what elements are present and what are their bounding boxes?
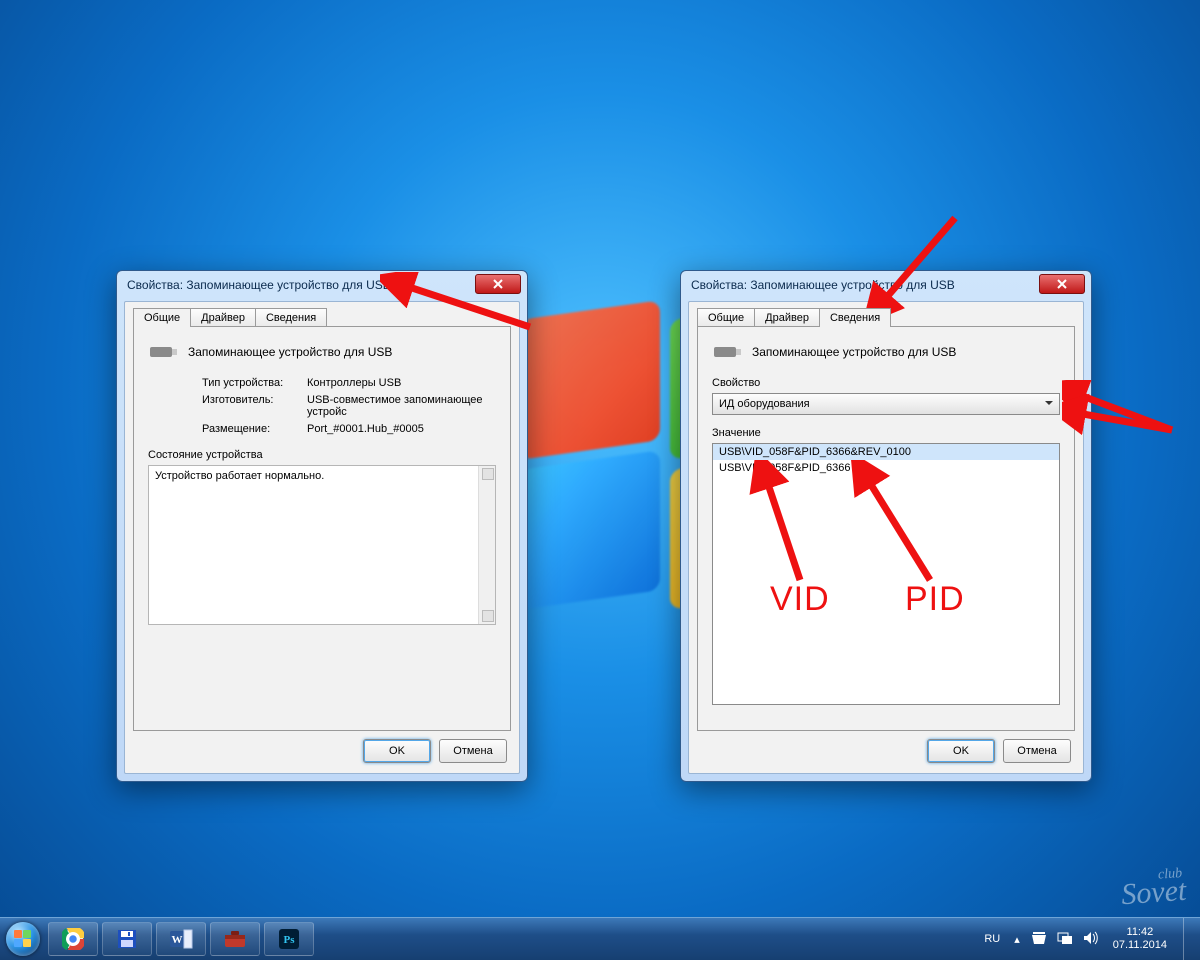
usb-device-icon xyxy=(148,341,178,363)
property-combobox[interactable]: ИД оборудования xyxy=(712,393,1060,415)
clock[interactable]: 11:42 07.11.2014 xyxy=(1103,926,1177,952)
cancel-button[interactable]: Отмена xyxy=(1003,739,1071,763)
taskbar: W Ps RU ▴ 11:42 07.11.2014 xyxy=(0,917,1200,960)
svg-text:W: W xyxy=(172,934,183,946)
system-tray: RU ▴ 11:42 07.11.2014 xyxy=(976,918,1200,960)
tab-driver[interactable]: Драйвер xyxy=(190,308,256,327)
dialog-buttons: OK Отмена xyxy=(927,739,1071,763)
device-name: Запоминающее устройство для USB xyxy=(752,345,956,359)
dialog-buttons: OK Отмена xyxy=(363,739,507,763)
taskbar-app-save[interactable] xyxy=(102,922,152,956)
show-desktop-button[interactable] xyxy=(1183,918,1196,960)
tab-panel-details: Запоминающее устройство для USB Свойство… xyxy=(697,326,1075,731)
location-label: Размещение: xyxy=(148,423,307,435)
titlebar[interactable]: Свойства: Запоминающее устройство для US… xyxy=(681,271,1091,299)
taskbar-app-toolbox[interactable] xyxy=(210,922,260,956)
window-title: Свойства: Запоминающее устройство для US… xyxy=(691,278,1039,292)
status-text: Устройство работает нормально. xyxy=(155,470,324,482)
clock-date: 07.11.2014 xyxy=(1113,939,1167,952)
tab-details[interactable]: Сведения xyxy=(819,308,891,327)
network-icon[interactable] xyxy=(1052,931,1078,948)
ok-button[interactable]: OK xyxy=(363,739,431,763)
tab-driver[interactable]: Драйвер xyxy=(754,308,820,327)
titlebar[interactable]: Свойства: Запоминающее устройство для US… xyxy=(117,271,527,299)
start-button[interactable] xyxy=(0,918,46,960)
tab-strip: Общие Драйвер Сведения xyxy=(133,308,326,327)
client-area: Общие Драйвер Сведения Запоминающее устр… xyxy=(688,301,1084,774)
scrollbar[interactable] xyxy=(478,466,495,624)
value-listbox[interactable]: USB\VID_058F&PID_6366&REV_0100 USB\VID_0… xyxy=(712,443,1060,705)
type-label: Тип устройства: xyxy=(148,377,307,389)
taskbar-app-photoshop[interactable]: Ps xyxy=(264,922,314,956)
taskbar-app-word[interactable]: W xyxy=(156,922,206,956)
property-label: Свойство xyxy=(712,377,1060,389)
tab-general[interactable]: Общие xyxy=(133,308,191,327)
taskbar-app-chrome[interactable] xyxy=(48,922,98,956)
location-value: Port_#0001.Hub_#0005 xyxy=(307,423,496,435)
properties-dialog-details: Свойства: Запоминающее устройство для US… xyxy=(680,270,1092,782)
tray-overflow-icon[interactable]: ▴ xyxy=(1008,933,1026,946)
property-value: ИД оборудования xyxy=(719,398,810,410)
tab-general[interactable]: Общие xyxy=(697,308,755,327)
clock-time: 11:42 xyxy=(1113,926,1167,939)
tab-strip: Общие Драйвер Сведения xyxy=(697,308,890,327)
list-item[interactable]: USB\VID_058F&PID_6366&REV_0100 xyxy=(713,444,1059,460)
properties-dialog-general: Свойства: Запоминающее устройство для US… xyxy=(116,270,528,782)
close-button[interactable] xyxy=(475,274,521,294)
window-title: Свойства: Запоминающее устройство для US… xyxy=(127,278,475,292)
status-textbox[interactable]: Устройство работает нормально. xyxy=(148,465,496,625)
type-value: Контроллеры USB xyxy=(307,377,496,389)
vendor-label: Изготовитель: xyxy=(148,394,307,418)
list-item[interactable]: USB\VID_058F&PID_6366 xyxy=(713,460,1059,476)
value-label: Значение xyxy=(712,427,1060,439)
close-button[interactable] xyxy=(1039,274,1085,294)
tab-details[interactable]: Сведения xyxy=(255,308,327,327)
action-center-icon[interactable] xyxy=(1026,931,1052,948)
desktop: Свойства: Запоминающее устройство для US… xyxy=(0,0,1200,960)
svg-text:Ps: Ps xyxy=(284,934,296,946)
device-name: Запоминающее устройство для USB xyxy=(188,345,392,359)
volume-icon[interactable] xyxy=(1078,931,1103,948)
status-label: Состояние устройства xyxy=(148,449,496,461)
cancel-button[interactable]: Отмена xyxy=(439,739,507,763)
watermark: club Sovet xyxy=(1120,866,1188,912)
client-area: Общие Драйвер Сведения Запоминающее устр… xyxy=(124,301,520,774)
language-indicator[interactable]: RU xyxy=(976,933,1008,945)
ok-button[interactable]: OK xyxy=(927,739,995,763)
tab-panel-general: Запоминающее устройство для USB Тип устр… xyxy=(133,326,511,731)
vendor-value: USB-совместимое запоминающее устройс xyxy=(307,394,496,418)
usb-device-icon xyxy=(712,341,742,363)
